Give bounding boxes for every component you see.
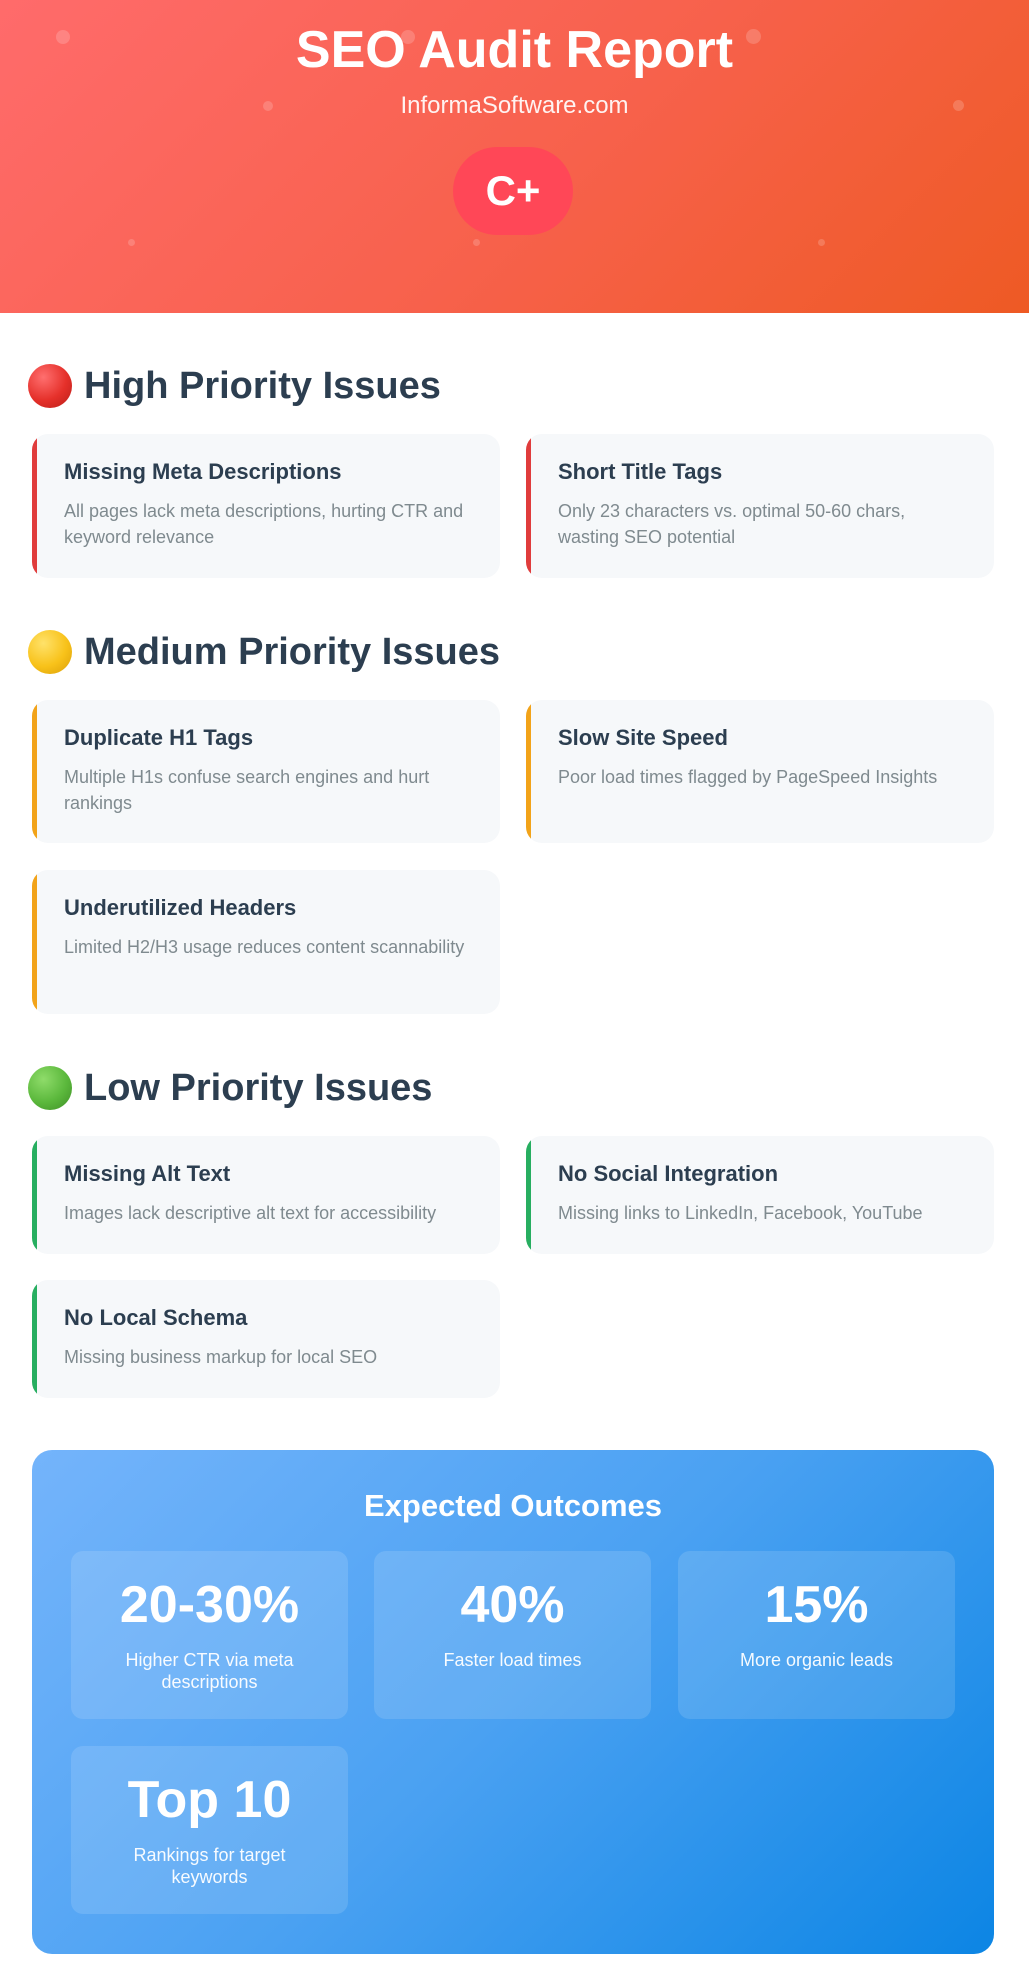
issue-card: Slow Site Speed Poor load times flagged … [526, 700, 994, 843]
high-priority-heading: High Priority Issues [28, 362, 441, 410]
issue-description: Missing links to LinkedIn, Facebook, You… [558, 1203, 923, 1223]
issue-title: Duplicate H1 Tags [64, 725, 254, 750]
issue-title: Short Title Tags [558, 459, 723, 484]
issue-description: Multiple H1s confuse search engines and … [64, 767, 430, 813]
stat-label: Faster load times [443, 1650, 582, 1670]
issue-card: No Social Integration Missing links to L… [526, 1136, 994, 1254]
report-title: SEO Audit Report [295, 21, 734, 79]
stat-label: Rankings for target keywords [133, 1845, 286, 1887]
report-header: SEO Audit Report InformaSoftware.com C+ [0, 0, 1029, 313]
low-priority-heading: Low Priority Issues [28, 1064, 432, 1112]
issue-description: Images lack descriptive alt text for acc… [64, 1203, 437, 1223]
decorative-dot [818, 239, 825, 246]
outcomes-title: Expected Outcomes [363, 1488, 663, 1523]
issue-description: All pages lack meta descriptions, hurtin… [64, 501, 464, 547]
issue-title: No Social Integration [558, 1161, 779, 1186]
issue-title: Missing Alt Text [64, 1161, 231, 1186]
stat-value: Top 10 [127, 1771, 292, 1829]
stat-value: 40% [460, 1576, 565, 1634]
section-title: Medium Priority Issues [84, 630, 501, 673]
decorative-dot [473, 239, 480, 246]
outcome-stat: 15% More organic leads [678, 1551, 955, 1719]
issue-title: Underutilized Headers [64, 895, 297, 920]
outcome-stat: Top 10 Rankings for target keywords [71, 1746, 348, 1914]
issue-description: Poor load times flagged by PageSpeed Ins… [558, 767, 938, 787]
stat-value: 15% [764, 1576, 869, 1634]
report-domain: InformaSoftware.com [400, 92, 629, 119]
medium-priority-heading: Medium Priority Issues [28, 628, 500, 676]
expected-outcomes-panel: Expected Outcomes 20-30% Higher CTR via … [32, 1450, 994, 1954]
outcome-stat: 40% Faster load times [374, 1551, 651, 1719]
issue-card: No Local Schema Missing business markup … [32, 1280, 500, 1398]
grade-badge: C+ [453, 147, 573, 235]
issue-card: Missing Alt Text Images lack descriptive… [32, 1136, 500, 1254]
stat-label: More organic leads [739, 1650, 894, 1670]
issue-card: Missing Meta Descriptions All pages lack… [32, 434, 500, 578]
section-title: Low Priority Issues [84, 1066, 433, 1109]
issue-title: No Local Schema [64, 1305, 248, 1330]
issue-title: Slow Site Speed [558, 725, 728, 750]
green-circle-icon [28, 1066, 72, 1110]
issue-title: Missing Meta Descriptions [64, 459, 342, 484]
outcome-stat: 20-30% Higher CTR via meta descriptions [71, 1551, 348, 1719]
yellow-circle-icon [28, 630, 72, 674]
issue-description: Only 23 characters vs. optimal 50-60 cha… [558, 501, 906, 547]
issue-card: Underutilized Headers Limited H2/H3 usag… [32, 870, 500, 1014]
decorative-dot [128, 239, 135, 246]
red-circle-icon [28, 364, 72, 408]
issue-description: Missing business markup for local SEO [64, 1347, 378, 1367]
stat-value: 20-30% [119, 1576, 300, 1634]
section-title: High Priority Issues [84, 364, 441, 407]
issue-card: Short Title Tags Only 23 characters vs. … [526, 434, 994, 578]
stat-label: Higher CTR via meta descriptions [125, 1650, 294, 1692]
issue-description: Limited H2/H3 usage reduces content scan… [64, 937, 465, 957]
issue-card: Duplicate H1 Tags Multiple H1s confuse s… [32, 700, 500, 843]
